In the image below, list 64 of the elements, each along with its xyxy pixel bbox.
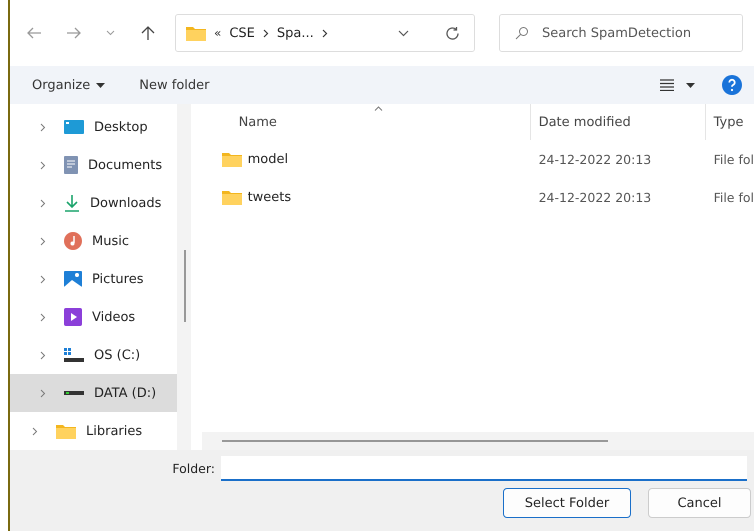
folder-icon <box>222 151 242 167</box>
expand-chevron-icon[interactable] <box>40 312 46 322</box>
search-icon <box>515 26 529 40</box>
scrollbar-thumb[interactable] <box>184 250 186 322</box>
file-name[interactable]: tweets <box>248 190 292 204</box>
forward-icon[interactable] <box>66 27 82 39</box>
expand-chevron-icon[interactable] <box>40 122 46 132</box>
select-folder-button[interactable]: Select Folder <box>503 488 631 518</box>
column-header[interactable]: Name <box>202 104 530 140</box>
chevron-icon[interactable] <box>262 28 269 38</box>
organize-button[interactable]: Organize <box>32 74 106 96</box>
up-icon[interactable] <box>141 25 155 41</box>
picture-icon <box>64 271 82 287</box>
sidebar-item[interactable]: Documents <box>10 146 175 184</box>
expand-chevron-icon[interactable] <box>32 426 38 436</box>
table-cell-text: 24-12-2022 20:13 <box>538 152 652 166</box>
expand-chevron-icon[interactable] <box>40 274 46 284</box>
folder-icon <box>186 25 206 41</box>
desktop-icon <box>64 120 84 134</box>
chevron-icon[interactable] <box>322 28 328 38</box>
sidebar-item[interactable]: Downloads <box>10 184 175 222</box>
help-icon[interactable] <box>722 75 742 95</box>
expand-chevron-icon[interactable] <box>40 198 46 208</box>
search-field[interactable]: Search SpamDetection <box>499 14 743 52</box>
sidebar-item[interactable]: Libraries <box>10 412 175 450</box>
file-name[interactable]: model <box>248 152 288 166</box>
overflow-chevrons[interactable]: « <box>214 26 222 40</box>
music-note-icon <box>64 232 82 250</box>
sidebar-item[interactable]: OS (C:) <box>10 336 175 374</box>
drive-icon <box>64 348 84 362</box>
address-bar[interactable]: « CSE Spa... <box>175 14 475 52</box>
expand-chevron-icon[interactable] <box>40 236 46 246</box>
expand-chevron-icon[interactable] <box>40 388 46 398</box>
breadcrumb[interactable]: CSE <box>229 26 255 40</box>
table-cell-text: 24-12-2022 20:13 <box>538 190 652 204</box>
drive-icon <box>64 391 84 395</box>
folder-icon <box>56 423 76 439</box>
cancel-button[interactable]: Cancel <box>648 488 751 518</box>
back-icon[interactable] <box>26 27 42 39</box>
breadcrumb[interactable]: Spa... <box>276 26 314 40</box>
sidebar-item[interactable]: Music <box>10 222 175 260</box>
column-header[interactable]: Type <box>704 104 754 140</box>
expand-chevron-icon[interactable] <box>40 160 46 170</box>
table-cell-text: File fol <box>712 152 754 166</box>
sidebar-item[interactable]: Videos <box>10 298 175 336</box>
expand-chevron-icon[interactable] <box>40 350 46 360</box>
sidebar-item[interactable]: Pictures <box>10 260 175 298</box>
refresh-icon[interactable] <box>445 26 460 40</box>
recent-dropdown-icon[interactable] <box>106 30 115 36</box>
download-icon <box>64 194 80 212</box>
folder-icon <box>222 189 242 205</box>
dropdown-icon[interactable] <box>398 30 409 36</box>
sidebar-item[interactable]: Desktop <box>10 108 175 146</box>
table-cell-text: File fol <box>712 190 754 204</box>
sidebar-item[interactable]: DATA (D:) <box>10 374 177 412</box>
scrollbar-thumb[interactable] <box>222 440 608 442</box>
view-menu-icon[interactable] <box>660 79 696 91</box>
new-folder-button[interactable]: New folder <box>139 74 210 96</box>
folder-input-field[interactable] <box>221 456 747 481</box>
video-icon <box>64 308 82 326</box>
document-icon <box>64 156 78 174</box>
folder-label: Folder: <box>171 461 215 476</box>
column-header[interactable]: Date modified <box>530 104 705 140</box>
caret-icon <box>96 82 106 88</box>
